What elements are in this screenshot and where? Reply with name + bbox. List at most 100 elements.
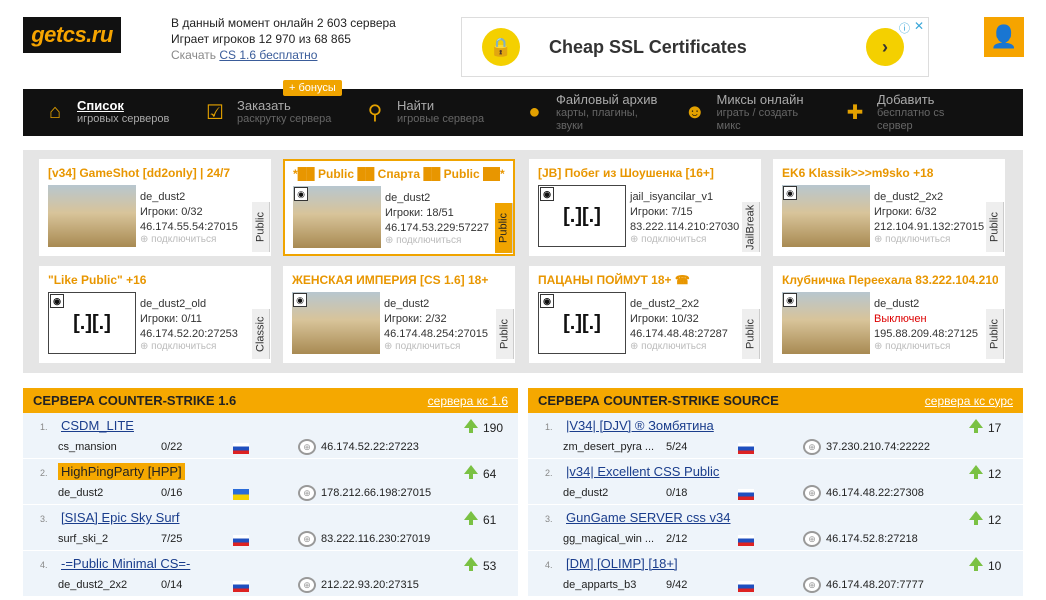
connect-icon[interactable]: ⊕ — [803, 439, 821, 455]
map-thumbnail: [.][.] ◉ — [48, 292, 136, 354]
ad-close-icon[interactable]: ✕ — [914, 19, 924, 33]
vote-up-icon[interactable] — [464, 511, 478, 520]
vote-up-icon[interactable] — [464, 419, 478, 428]
country-flag-icon — [738, 581, 754, 592]
server-ip[interactable]: 212.22.93.20:27315 — [321, 579, 419, 591]
server-type-tag: Public — [742, 309, 760, 359]
server-name[interactable]: EK6 Klassik>>>m9sko +18 — [782, 166, 998, 180]
server-name[interactable]: [JB] Побег из Шоушенка [16+] — [538, 166, 754, 180]
nav-item-0[interactable]: ⌂ Список игровых серверов — [23, 89, 183, 136]
nav-item-4[interactable]: ☻ Миксы онлайн играть / создать микс — [663, 89, 823, 136]
download-line: Скачать CS 1.6 бесплатно — [171, 47, 396, 63]
vote-up-icon[interactable] — [969, 511, 983, 520]
connect-icon[interactable]: ⊕ — [298, 485, 316, 501]
connect-button[interactable]: ⊕ подключиться — [874, 234, 950, 245]
featured-server-card[interactable]: ЖЕНСКАЯ ИМПЕРИЯ [CS 1.6] 18+ ◉ de_dust2 … — [283, 266, 515, 363]
server-map: de_dust2_2x2 — [874, 191, 944, 203]
online-stats: В данный момент онлайн 2 603 сервера Игр… — [171, 15, 396, 63]
server-name[interactable]: [v34] GameShot [dd2only] | 24/7 — [48, 166, 264, 180]
ad-title[interactable]: Cheap SSL Certificates — [549, 37, 747, 58]
server-ip[interactable]: 178.212.66.198:27015 — [321, 487, 431, 499]
connect-label: подключиться — [395, 341, 461, 352]
connect-icon: ⊕ — [874, 234, 886, 245]
bonus-badge[interactable]: + бонусы — [283, 80, 342, 96]
vote-up-icon[interactable] — [969, 419, 983, 428]
nav-item-subtitle: раскрутку сервера — [237, 113, 332, 125]
featured-server-card[interactable]: ПАЦАНЫ ПОЙМУТ 18+ ☎ [.][.] ◉ de_dust2_2x2… — [529, 266, 761, 363]
server-link[interactable]: -=Public Minimal CS=- — [58, 555, 193, 572]
country-flag-icon — [738, 535, 754, 546]
server-link[interactable]: |v34| Excellent CSS Public — [563, 463, 722, 480]
server-map: zm_desert_pyra ... — [563, 441, 655, 453]
country-flag-icon — [233, 489, 249, 500]
server-name[interactable]: "Like Public" +16 — [48, 273, 264, 287]
server-name[interactable]: *██ Public ██ Спарта ██ Public ██* — [293, 167, 507, 181]
server-ip[interactable]: 37.230.210.74:22222 — [826, 441, 930, 453]
server-link[interactable]: [DM] [OLIMP] [18+] — [563, 555, 681, 572]
server-map: de_dust2 — [58, 487, 104, 499]
server-ip[interactable]: 46.174.52.8:27218 — [826, 533, 918, 545]
connect-button[interactable]: ⊕ подключиться — [384, 341, 460, 352]
featured-server-card[interactable]: [JB] Побег из Шоушенка [16+] [.][.] ◉ jai… — [529, 159, 761, 256]
nav-item-5[interactable]: ✚ Добавить бесплатно cs сервер — [823, 89, 983, 136]
connect-icon: ⊕ — [384, 341, 396, 352]
connect-icon[interactable]: ⊕ — [803, 531, 821, 547]
nav-item-title: Список — [77, 98, 124, 113]
server-players: 9/42 — [666, 579, 688, 591]
nav-item-2[interactable]: ⚲ Найти игровые сервера — [343, 89, 503, 136]
featured-server-card[interactable]: *██ Public ██ Спарта ██ Public ██* ◉ de_… — [283, 159, 515, 256]
connect-button[interactable]: ⊕ подключиться — [630, 234, 706, 245]
connect-icon[interactable]: ⊕ — [803, 485, 821, 501]
map-thumbnail: [.][.] ◉ — [538, 185, 626, 247]
server-link[interactable]: HighPingParty [HPP] — [58, 463, 185, 480]
server-link[interactable]: |V34| [DJV] ® Зомбятина — [563, 417, 717, 434]
server-map: de_dust2 — [385, 192, 431, 204]
connect-icon[interactable]: ⊕ — [803, 577, 821, 593]
nav-item-1[interactable]: ☑ Заказать раскрутку сервера — [183, 89, 343, 136]
server-name[interactable]: ПАЦАНЫ ПОЙМУТ 18+ ☎ — [538, 273, 754, 287]
connect-icon[interactable]: ⊕ — [298, 577, 316, 593]
featured-server-card[interactable]: "Like Public" +16 [.][.] ◉ de_dust2_old И… — [39, 266, 271, 363]
server-ip[interactable]: 83.222.116.230:27019 — [321, 533, 430, 545]
vote-up-icon[interactable] — [969, 557, 983, 566]
server-info: de_dust2 Игроки: 0/32 46.174.55.54:27015 — [140, 190, 238, 235]
css-list-link[interactable]: сервера кс сурс — [925, 394, 1013, 408]
server-link[interactable]: [SISA] Epic Sky Surf — [58, 509, 183, 526]
servers-online-text: В данный момент онлайн 2 603 сервера — [171, 16, 396, 30]
user-account-button[interactable]: 👤 — [984, 17, 1024, 57]
server-ip: 46.174.52.20:27253 — [140, 328, 238, 340]
server-ip[interactable]: 46.174.48.22:27308 — [826, 487, 924, 499]
connect-icon[interactable]: ⊕ — [298, 439, 316, 455]
map-thumbnail: ◉ — [782, 185, 870, 247]
ad-info-icon[interactable]: ⓘ — [899, 20, 910, 36]
vote-up-icon[interactable] — [969, 465, 983, 474]
download-cs-link[interactable]: CS 1.6 бесплатно — [219, 48, 317, 62]
cs16-list-link[interactable]: сервера кс 1.6 — [428, 394, 508, 408]
server-link[interactable]: GunGame SERVER css v34 — [563, 509, 734, 526]
connect-button[interactable]: ⊕ подключиться — [630, 341, 706, 352]
vote-up-icon[interactable] — [464, 465, 478, 474]
css-server-list: СЕРВЕРА COUNTER-STRIKE SOURCE сервера кс… — [528, 388, 1023, 597]
connect-button[interactable]: ⊕ подключиться — [140, 341, 216, 352]
server-name[interactable]: ЖЕНСКАЯ ИМПЕРИЯ [CS 1.6] 18+ — [292, 273, 508, 287]
map-thumbnail — [48, 185, 136, 247]
connect-button[interactable]: ⊕ подключиться — [874, 341, 950, 352]
nav-item-3[interactable]: ● Файловый архив карты, плагины, звуки — [503, 89, 663, 136]
server-players: 2/12 — [666, 533, 688, 545]
server-name[interactable]: Клубничка Переехала 83.222.104.210 — [782, 273, 998, 287]
site-logo[interactable]: getcs.ru — [23, 17, 121, 53]
server-ip[interactable]: 46.174.52.22:27223 — [321, 441, 419, 453]
connect-button[interactable]: ⊕ подключиться — [140, 234, 216, 245]
server-link[interactable]: CSDM_LITE — [58, 417, 137, 434]
featured-server-card[interactable]: [v34] GameShot [dd2only] | 24/7 de_dust2… — [39, 159, 271, 256]
connect-icon[interactable]: ⊕ — [298, 531, 316, 547]
featured-server-card[interactable]: EK6 Klassik>>>m9sko +18 ◉ de_dust2_2x2 И… — [773, 159, 1005, 256]
featured-server-card[interactable]: Клубничка Переехала 83.222.104.210 ◉ de_… — [773, 266, 1005, 363]
server-ip: 212.104.91.132:27015 — [874, 221, 985, 233]
server-ip[interactable]: 46.174.48.207:7777 — [826, 579, 924, 591]
ad-banner[interactable]: 🔒 Cheap SSL Certificates › ⓘ ✕ — [461, 17, 929, 77]
connect-label: подключиться — [396, 235, 462, 246]
vote-up-icon[interactable] — [464, 557, 478, 566]
server-ip: 83.222.114.210:27030 — [630, 221, 740, 233]
connect-button[interactable]: ⊕ подключиться — [385, 235, 461, 246]
